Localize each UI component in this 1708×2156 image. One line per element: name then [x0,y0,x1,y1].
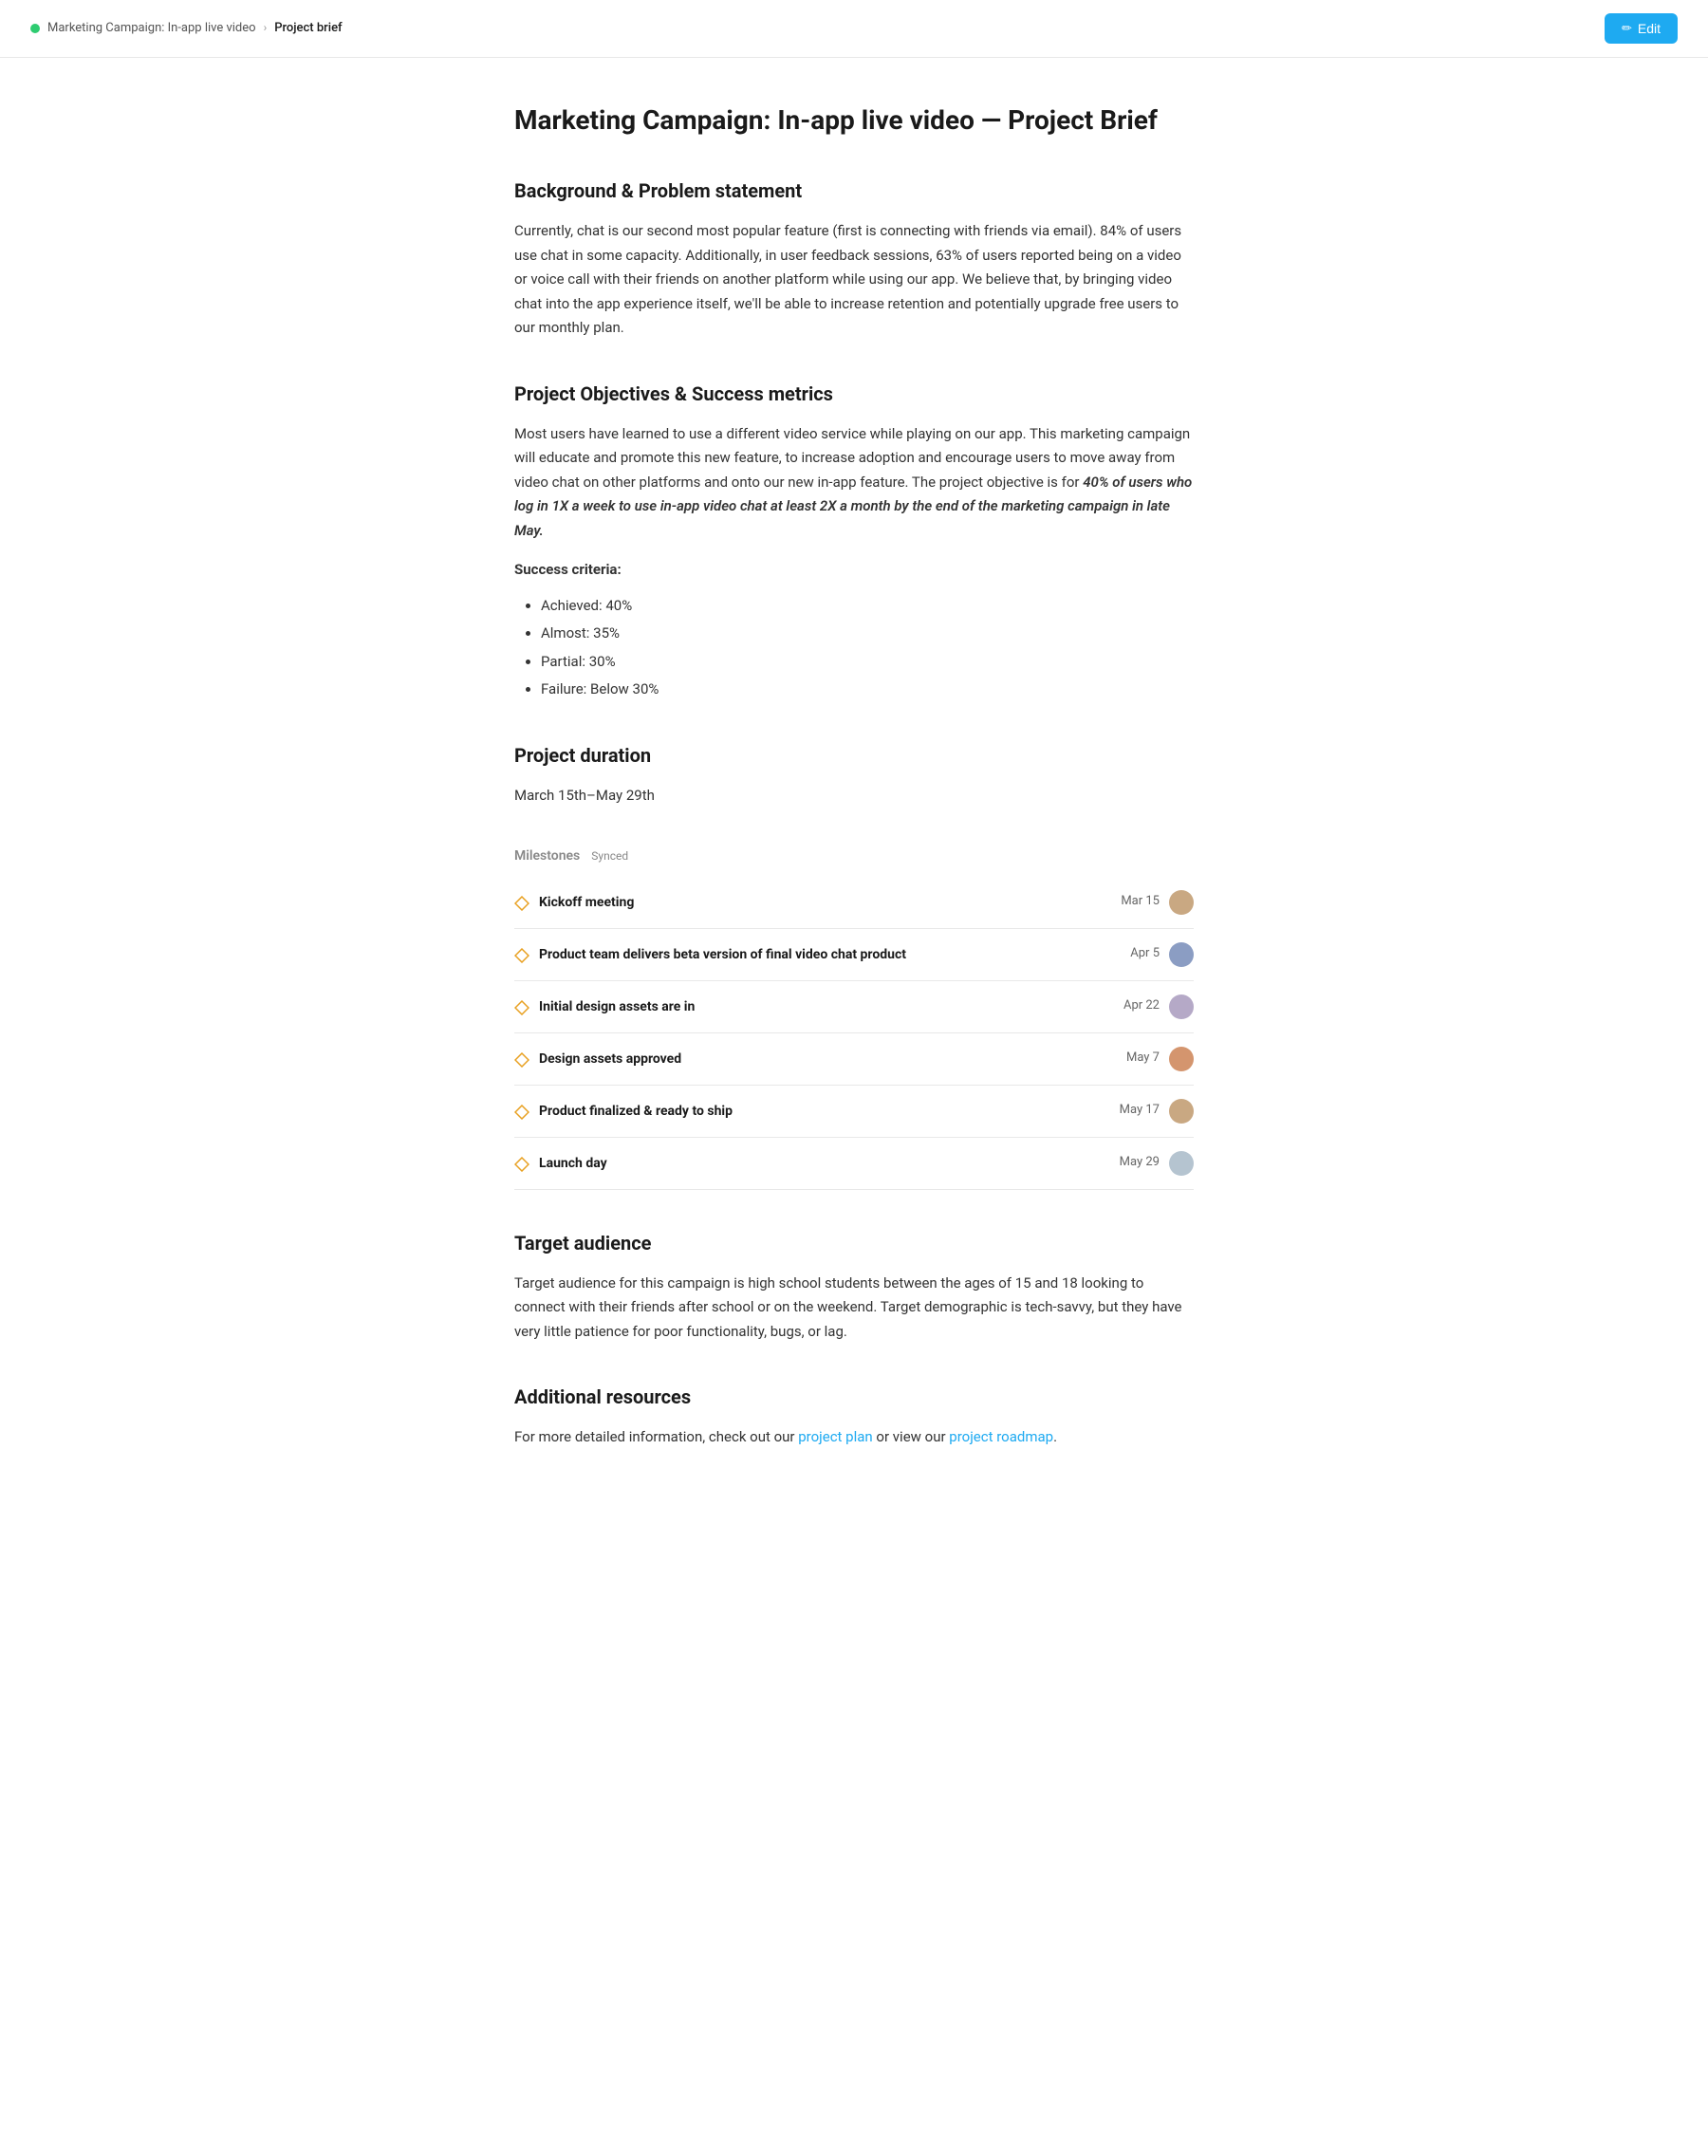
section-target-audience: Target audience Target audience for this… [514,1228,1194,1345]
project-plan-link[interactable]: project plan [798,1428,872,1445]
milestone-left: Product team delivers beta version of fi… [514,944,906,965]
synced-badge: Synced [591,847,628,865]
section-target-audience-body: Target audience for this campaign is hig… [514,1272,1194,1345]
milestone-diamond-icon [514,947,529,962]
section-additional-resources-body: For more detailed information, check out… [514,1425,1194,1450]
avatar [1169,994,1194,1019]
section-duration: Project duration March 15th–May 29th [514,740,1194,808]
breadcrumb-current: Project brief [274,19,342,39]
section-duration-heading: Project duration [514,740,1194,771]
avatar [1169,1151,1194,1176]
milestone-right: Mar 15 [1121,890,1194,915]
top-navigation: Marketing Campaign: In-app live video › … [0,0,1708,58]
milestone-date: May 29 [1120,1153,1160,1173]
edit-button[interactable]: ✏ Edit [1605,13,1678,44]
avatar [1169,1099,1194,1124]
milestone-date: May 7 [1126,1049,1160,1069]
status-dot [30,24,40,33]
success-criteria-label: Success criteria: [514,558,1194,583]
milestone-name: Product finalized & ready to ship [539,1101,733,1122]
section-background-heading: Background & Problem statement [514,176,1194,206]
milestone-right: May 29 [1120,1151,1194,1176]
section-milestones: Milestones Synced Kickoff meeting Mar 15 [514,846,1194,1189]
section-additional-resources-heading: Additional resources [514,1382,1194,1412]
milestone-left: Launch day [514,1153,607,1174]
breadcrumb: Marketing Campaign: In-app live video › … [30,19,343,39]
milestone-name: Initial design assets are in [539,996,695,1017]
resources-text-middle: or view our [876,1428,945,1445]
milestone-left: Product finalized & ready to ship [514,1101,733,1122]
milestone-date: Mar 15 [1121,892,1160,912]
milestone-row: Product finalized & ready to ship May 17 [514,1086,1194,1138]
milestone-date: Apr 22 [1123,996,1160,1016]
resources-text-suffix: . [1053,1428,1057,1445]
success-criteria-list: Achieved: 40% Almost: 35% Partial: 30% F… [514,594,1194,702]
milestone-right: May 7 [1126,1047,1194,1071]
milestone-row: Design assets approved May 7 [514,1033,1194,1086]
resources-text-prefix: For more detailed information, check out… [514,1428,795,1445]
avatar [1169,890,1194,915]
milestone-left: Kickoff meeting [514,892,634,913]
milestone-right: Apr 5 [1130,942,1194,967]
milestone-row: Kickoff meeting Mar 15 [514,877,1194,929]
list-item: Achieved: 40% [541,594,1194,619]
milestone-date: Apr 5 [1130,944,1160,964]
milestone-diamond-icon [514,1051,529,1067]
list-item: Partial: 30% [541,650,1194,675]
section-objectives-heading: Project Objectives & Success metrics [514,379,1194,409]
milestone-right: Apr 22 [1123,994,1194,1019]
section-background: Background & Problem statement Currently… [514,176,1194,341]
list-item: Failure: Below 30% [541,678,1194,702]
page-title: Marketing Campaign: In-app live video — … [514,103,1194,138]
section-duration-body: March 15th–May 29th [514,784,1194,808]
list-item: Almost: 35% [541,622,1194,646]
milestone-name: Kickoff meeting [539,892,634,913]
milestone-name: Design assets approved [539,1049,681,1069]
section-additional-resources: Additional resources For more detailed i… [514,1382,1194,1450]
avatar [1169,942,1194,967]
chevron-icon: › [264,19,268,37]
milestone-name: Launch day [539,1153,607,1174]
milestone-name: Product team delivers beta version of fi… [539,944,906,965]
section-background-body: Currently, chat is our second most popul… [514,219,1194,341]
project-roadmap-link[interactable]: project roadmap [949,1428,1053,1445]
milestone-diamond-icon [514,999,529,1014]
avatar [1169,1047,1194,1071]
milestone-row: Product team delivers beta version of fi… [514,929,1194,981]
edit-button-label: Edit [1638,21,1661,36]
section-objectives-body: Most users have learned to use a differe… [514,422,1194,544]
milestone-left: Design assets approved [514,1049,681,1069]
main-content: Marketing Campaign: In-app live video — … [484,58,1224,1564]
milestones-label: Milestones [514,846,580,866]
breadcrumb-parent[interactable]: Marketing Campaign: In-app live video [47,19,256,39]
milestone-row: Launch day May 29 [514,1138,1194,1190]
milestone-diamond-icon [514,1156,529,1171]
milestone-date: May 17 [1120,1101,1160,1121]
milestone-diamond-icon [514,1104,529,1119]
section-objectives: Project Objectives & Success metrics Mos… [514,379,1194,702]
edit-icon: ✏ [1622,21,1632,36]
milestones-header: Milestones Synced [514,846,1194,866]
milestone-right: May 17 [1120,1099,1194,1124]
milestone-left: Initial design assets are in [514,996,695,1017]
milestone-row: Initial design assets are in Apr 22 [514,981,1194,1033]
milestone-diamond-icon [514,895,529,910]
section-target-audience-heading: Target audience [514,1228,1194,1258]
